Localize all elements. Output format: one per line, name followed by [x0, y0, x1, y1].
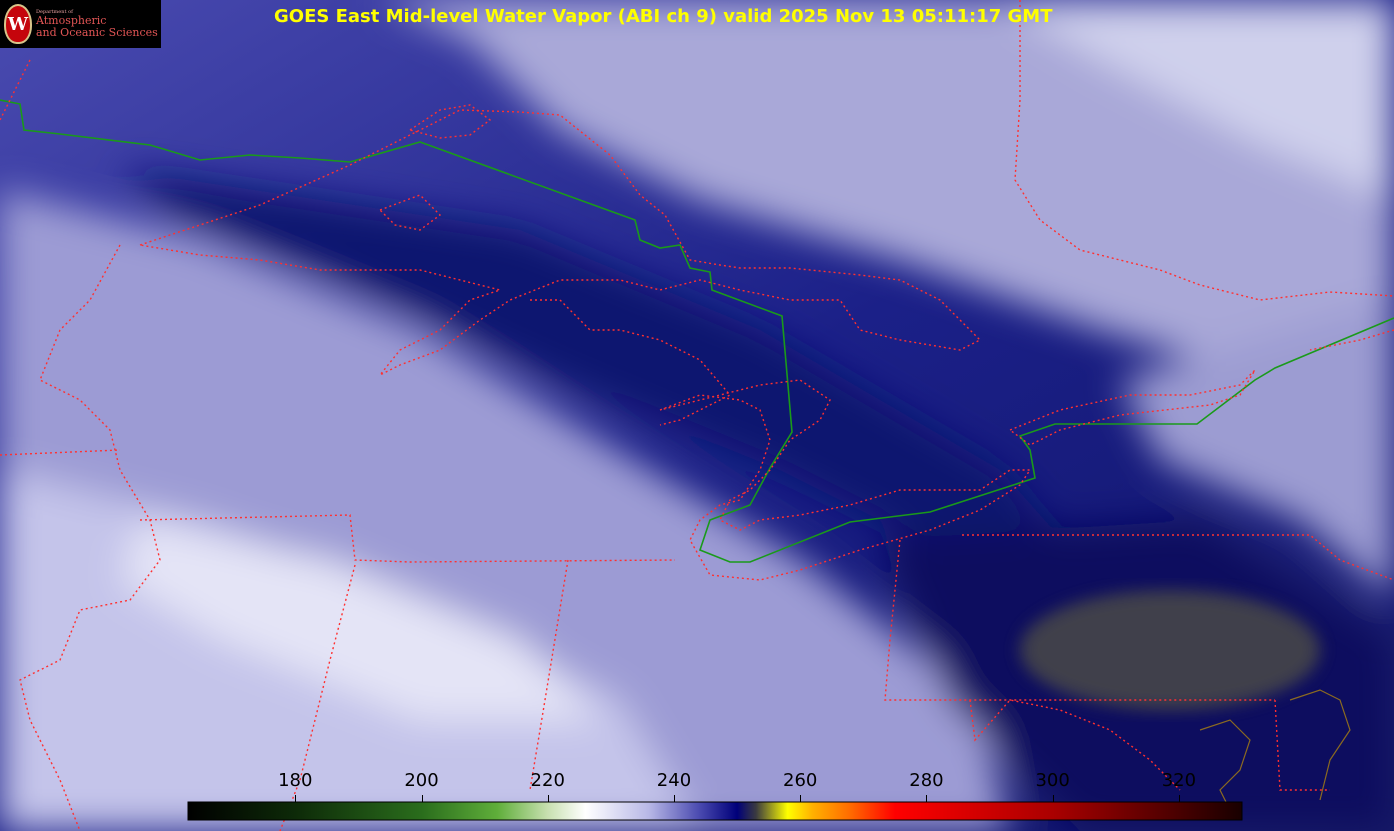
colorbar-tick-mark: [673, 795, 675, 802]
warm-anomaly-patch: [1020, 590, 1320, 710]
colorbar: [187, 801, 1243, 821]
colorbar-tick-label: 280: [909, 770, 944, 791]
logo-line-2: and Oceanic Sciences: [36, 26, 158, 39]
aos-logo: W Department of Atmospheric and Oceanic …: [0, 0, 161, 48]
colorbar-tick-mark: [926, 795, 928, 802]
colorbar-tick-mark: [1052, 795, 1054, 802]
logo-text: Department of Atmospheric and Oceanic Sc…: [36, 9, 158, 39]
colorbar-tick-mark: [547, 795, 549, 802]
water-vapor-map: [0, 0, 1394, 831]
colorbar-tick-mark: [421, 795, 423, 802]
colorbar-tick-label: 220: [530, 770, 565, 791]
colorbar-tick-label: 200: [404, 770, 439, 791]
colorbar-tick-label: 180: [278, 770, 313, 791]
colorbar-tick-label: 300: [1035, 770, 1070, 791]
colorbar-tick-mark: [295, 795, 297, 802]
colorbar-tick-label: 320: [1161, 770, 1197, 791]
map-title: GOES East Mid-level Water Vapor (ABI ch …: [274, 6, 1053, 27]
colorbar-tick-label: 260: [783, 770, 818, 791]
colorbar-tick-label: 240: [656, 770, 692, 791]
colorbar-tick-mark: [800, 795, 802, 802]
colorbar-tick-mark: [1178, 795, 1180, 802]
uw-crest-icon: W: [4, 4, 32, 44]
